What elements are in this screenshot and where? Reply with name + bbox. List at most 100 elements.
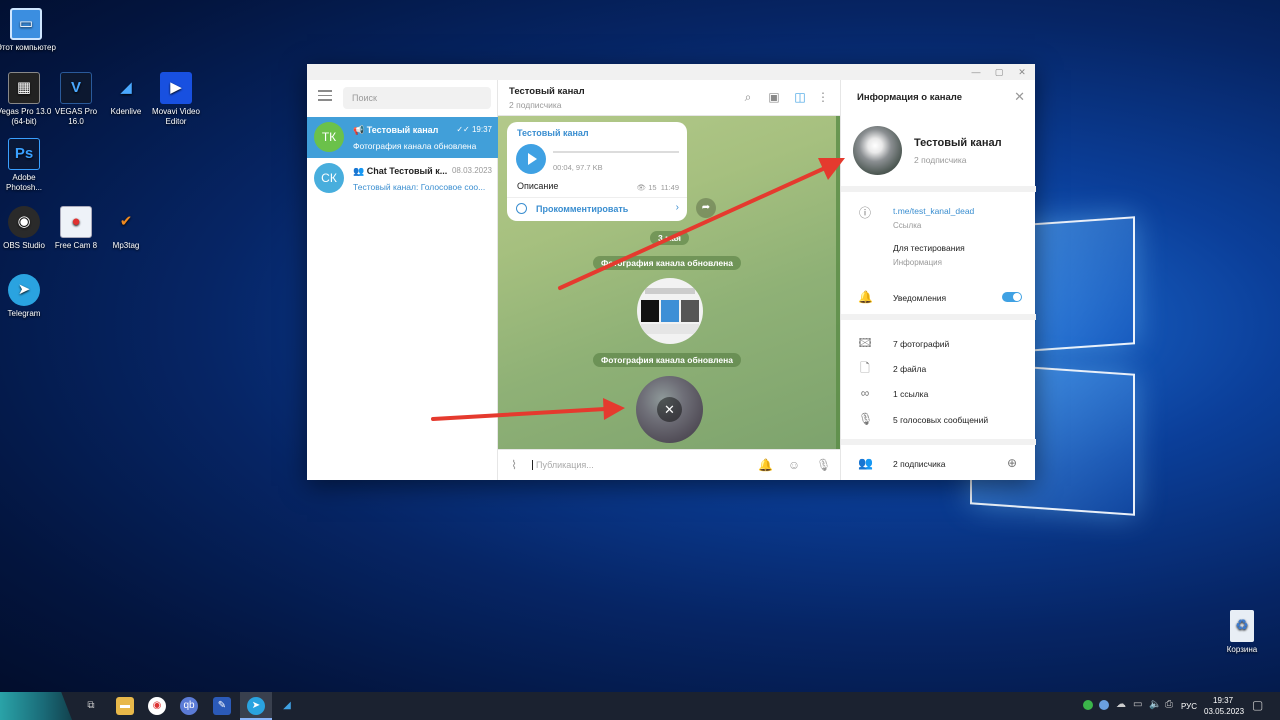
chevron-right-icon: ›	[675, 202, 679, 213]
tray-app-icon[interactable]	[1083, 700, 1093, 710]
freecam-icon: ●	[60, 206, 92, 238]
voice-chat-icon[interactable]: ▣	[767, 90, 781, 104]
chat-preview: Фотография канала обновлена	[353, 141, 477, 151]
film-icon: ▦	[8, 72, 40, 104]
chrome-icon[interactable]: ◉	[148, 697, 166, 715]
notification-center-icon[interactable]: ▢	[1252, 698, 1263, 712]
read-check-icon: ✓✓	[456, 125, 472, 134]
eye-icon: 👁	[636, 183, 649, 192]
channel-subscribers: 2 подписчика	[914, 155, 967, 165]
maximize-button[interactable]: ▢	[988, 64, 1010, 80]
clock-time[interactable]: 19:37	[1213, 696, 1233, 705]
avatar: ТК	[314, 122, 344, 152]
cancel-upload-icon[interactable]: ✕	[657, 397, 682, 422]
close-icon[interactable]: ✕	[1014, 89, 1025, 105]
vegas-icon: V	[60, 72, 92, 104]
notepad-icon[interactable]: ✎	[213, 697, 231, 715]
link-icon: ∞	[860, 386, 870, 400]
start-button[interactable]	[0, 692, 72, 720]
chat-time: 19:37	[471, 125, 492, 134]
audio-waveform[interactable]	[553, 151, 679, 153]
description-caption: Информация	[893, 258, 942, 267]
sidebar-toggle-icon[interactable]: ◫	[793, 90, 807, 104]
channel-photo-uploading[interactable]: ✕	[636, 376, 703, 443]
telegram-icon[interactable]: ➤	[247, 697, 265, 715]
audio-duration: 00:04, 97.7 KB	[553, 163, 603, 172]
chat-subtitle: 2 подписчика	[509, 100, 562, 110]
onedrive-icon[interactable]: ☁	[1116, 699, 1126, 710]
desktop-icon-this-pc[interactable]: ▭ Этот компьютер	[0, 8, 56, 53]
members-icon: 👥	[858, 456, 873, 470]
views-count: 15	[648, 183, 657, 192]
service-message: Фотография канала обновлена	[593, 353, 742, 367]
mp3tag-icon: ✔	[119, 213, 133, 230]
channel-link[interactable]: t.me/test_kanal_dead	[893, 206, 974, 216]
chat-item-test-channel[interactable]: ТК 📢 Тестовый канал ✓✓ 19:37 Фотография …	[307, 117, 498, 158]
search-icon[interactable]: ⌕	[741, 90, 755, 104]
microphone-icon[interactable]: 🎙	[816, 458, 831, 472]
clock-date[interactable]: 03.05.2023	[1204, 707, 1244, 716]
link-caption: Ссылка	[893, 221, 922, 230]
channel-name: Тестовый канал	[914, 137, 1002, 149]
desktop-icon-photoshop[interactable]: Ps Adobe Photosh...	[0, 138, 54, 193]
network-icon[interactable]: ▭	[1133, 699, 1142, 710]
window-close-button[interactable]: ✕	[1011, 64, 1033, 80]
chat-item-chat-test[interactable]: СК 👥 Chat Тестовый к... 08.03.2023 Тесто…	[307, 158, 498, 199]
media-files[interactable]: 2 файла	[893, 364, 926, 374]
photoshop-icon: Ps	[8, 138, 40, 170]
tray-app-icon[interactable]	[1099, 700, 1109, 710]
minimize-button[interactable]: —	[965, 64, 987, 80]
file-explorer-icon[interactable]: ▬	[116, 697, 134, 715]
notifications-label: Уведомления	[893, 293, 947, 303]
channel-info-panel: Информация о канале ✕ Тестовый канал 2 п…	[840, 80, 1036, 480]
media-links[interactable]: 1 ссылка	[893, 389, 928, 399]
media-voice[interactable]: 5 голосовых сообщений	[893, 415, 988, 425]
chat-name: Тестовый канал	[366, 125, 439, 135]
message-area: Тестовый канал 00:04, 97.7 KB Описание 👁…	[498, 116, 840, 449]
info-panel-title: Информация о канале	[857, 92, 962, 103]
channel-icon: 📢	[353, 125, 367, 135]
voice-message-bubble: Тестовый канал 00:04, 97.7 KB Описание 👁…	[507, 122, 687, 221]
chat-title: Тестовый канал	[509, 86, 585, 97]
kdenlive-icon: ◢	[120, 79, 132, 96]
message-input[interactable]: Публикация...	[532, 460, 594, 470]
channel-avatar[interactable]	[853, 126, 902, 175]
desktop-icon-recycle-bin[interactable]: ♻ Корзина	[1212, 610, 1272, 655]
more-options-icon[interactable]: ⋮	[816, 90, 830, 104]
members-count[interactable]: 2 подписчика	[893, 459, 946, 469]
volume-icon[interactable]: 🔈	[1149, 699, 1161, 710]
search-input[interactable]: Поиск	[343, 87, 491, 109]
group-icon: 👥	[353, 166, 367, 176]
share-icon[interactable]: ➦	[696, 198, 716, 218]
channel-photo-thumbnail[interactable]	[637, 278, 703, 344]
telegram-window: — ▢ ✕ Поиск ТК 📢 Тестовый канал ✓✓ 19:37…	[307, 64, 1036, 480]
bell-icon[interactable]: 🔔	[758, 458, 773, 472]
monitor-icon: ▭	[10, 8, 42, 40]
telegram-icon: ➤	[8, 274, 40, 306]
emoji-icon[interactable]: ☺	[787, 458, 801, 472]
app-icon[interactable]: ◢	[278, 697, 296, 715]
desktop-icon-telegram[interactable]: ➤ Telegram	[0, 274, 54, 319]
taskbar: ⧉ ▬ ◉ qb ✎ ➤ ◢ ☁ ▭ 🔈 ⎙ РУС 19:37 03.05.2…	[0, 692, 1280, 720]
usb-icon[interactable]: ⎙	[1165, 699, 1173, 710]
service-message: Фотография канала обновлена	[593, 256, 742, 270]
chat-time: 08.03.2023	[451, 166, 492, 175]
hamburger-menu-icon[interactable]	[318, 90, 332, 102]
comment-button[interactable]: Прокомментировать	[536, 204, 628, 214]
desktop-icon-movavi[interactable]: ▶ Movavi Video Editor	[146, 72, 206, 127]
add-member-icon[interactable]: ⊕	[1005, 456, 1019, 470]
microphone-icon: 🎙	[858, 412, 874, 426]
language-indicator[interactable]: РУС	[1181, 702, 1197, 711]
message-time: 11:49	[660, 183, 679, 192]
play-icon[interactable]	[516, 144, 546, 174]
chat-list-panel: Поиск ТК 📢 Тестовый канал ✓✓ 19:37 Фотог…	[307, 80, 498, 480]
notifications-toggle[interactable]	[1002, 292, 1022, 302]
attach-icon[interactable]: ⌇	[507, 458, 521, 472]
media-photos[interactable]: 7 фотографий	[893, 339, 949, 349]
task-view-icon[interactable]: ⧉	[82, 697, 100, 715]
chat-header[interactable]: Тестовый канал 2 подписчика ⌕ ▣ ◫ ⋮	[498, 80, 840, 116]
movavi-icon: ▶	[160, 72, 192, 104]
desktop-icon-mp3tag[interactable]: ✔ Mp3tag	[96, 206, 156, 251]
chat-name: Chat Тестовый к...	[366, 166, 448, 176]
qbittorrent-icon[interactable]: qb	[180, 697, 198, 715]
